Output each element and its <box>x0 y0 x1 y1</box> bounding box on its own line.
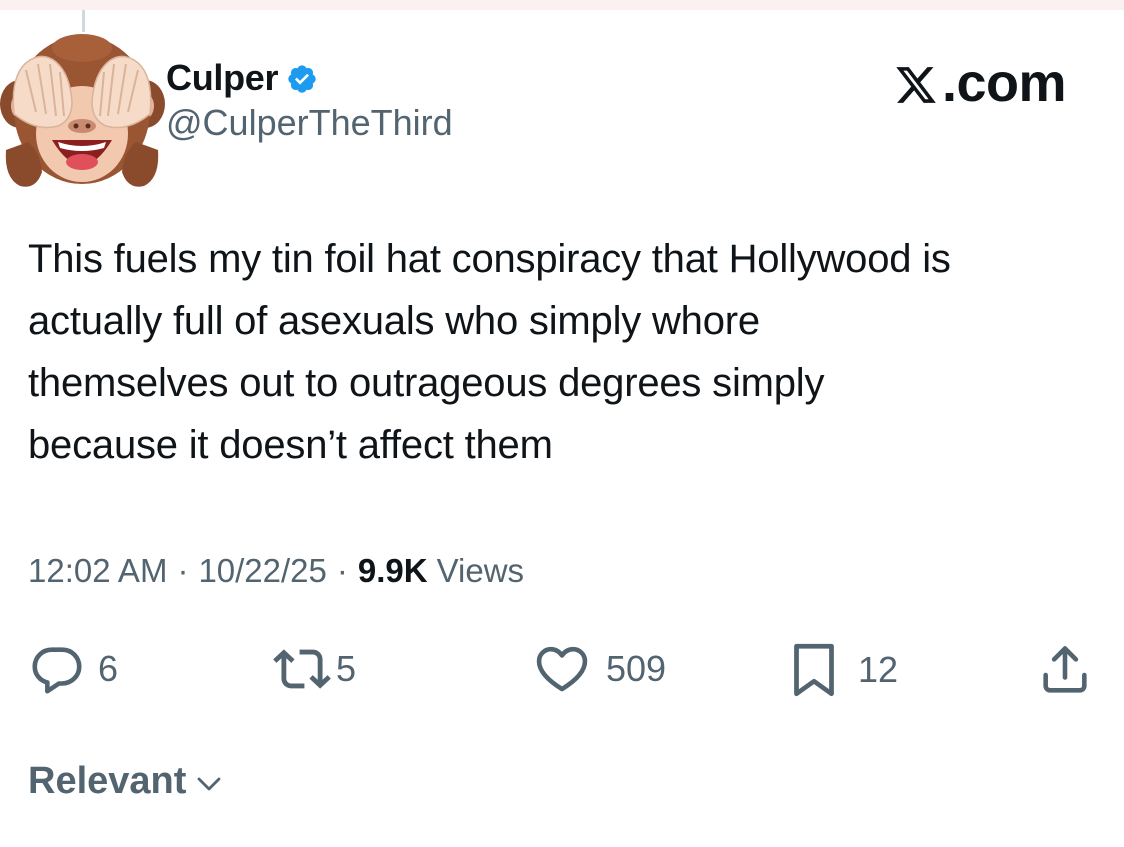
author-display-name[interactable]: Culper <box>166 57 279 99</box>
repost-button[interactable]: 5 <box>272 640 356 698</box>
replies-sort-dropdown[interactable]: Relevant <box>28 760 224 803</box>
tweet-author: Culper @CulperTheThird <box>166 56 453 144</box>
meta-separator: · <box>177 552 189 589</box>
like-button[interactable]: 509 <box>530 640 666 698</box>
reply-button[interactable]: 6 <box>28 640 118 698</box>
reply-count: 6 <box>98 648 119 689</box>
brand-domain-label: .com <box>941 53 1067 113</box>
bookmark-icon <box>794 643 834 697</box>
heart-icon <box>536 646 588 692</box>
verified-badge-icon <box>288 65 316 93</box>
tweet-metadata: 12:02 AM · 10/22/25 · 9.9K Views <box>28 552 524 590</box>
author-name-row: Culper <box>166 56 453 100</box>
meta-separator: · <box>336 552 348 589</box>
x-brand-wordmark: .com <box>894 52 1067 114</box>
chevron-down-icon <box>198 777 221 790</box>
views-label: Views <box>436 552 525 589</box>
share-icon <box>1043 646 1087 693</box>
bookmark-count: 12 <box>858 649 899 690</box>
repost-count: 5 <box>336 648 357 689</box>
bookmark-button[interactable]: 12 <box>788 640 898 700</box>
tweet-date[interactable]: 10/22/25 <box>198 552 326 590</box>
views-count[interactable]: 9.9K <box>358 552 428 590</box>
like-count: 509 <box>606 648 667 689</box>
top-edge-strip <box>0 0 1124 10</box>
share-button[interactable] <box>1036 640 1094 698</box>
tweet-action-bar: 6 5 509 12 <box>0 640 1124 700</box>
reply-icon <box>32 647 82 694</box>
replies-sort-label: Relevant <box>28 760 187 802</box>
tweet-time[interactable]: 12:02 AM <box>28 552 167 590</box>
tweet-body-text: This fuels my tin foil hat conspiracy th… <box>28 237 951 467</box>
x-logo-icon <box>896 67 936 103</box>
repost-icon <box>273 649 331 689</box>
see-no-evil-monkey-icon[interactable] <box>0 22 165 192</box>
author-handle[interactable]: @CulperTheThird <box>166 102 453 144</box>
